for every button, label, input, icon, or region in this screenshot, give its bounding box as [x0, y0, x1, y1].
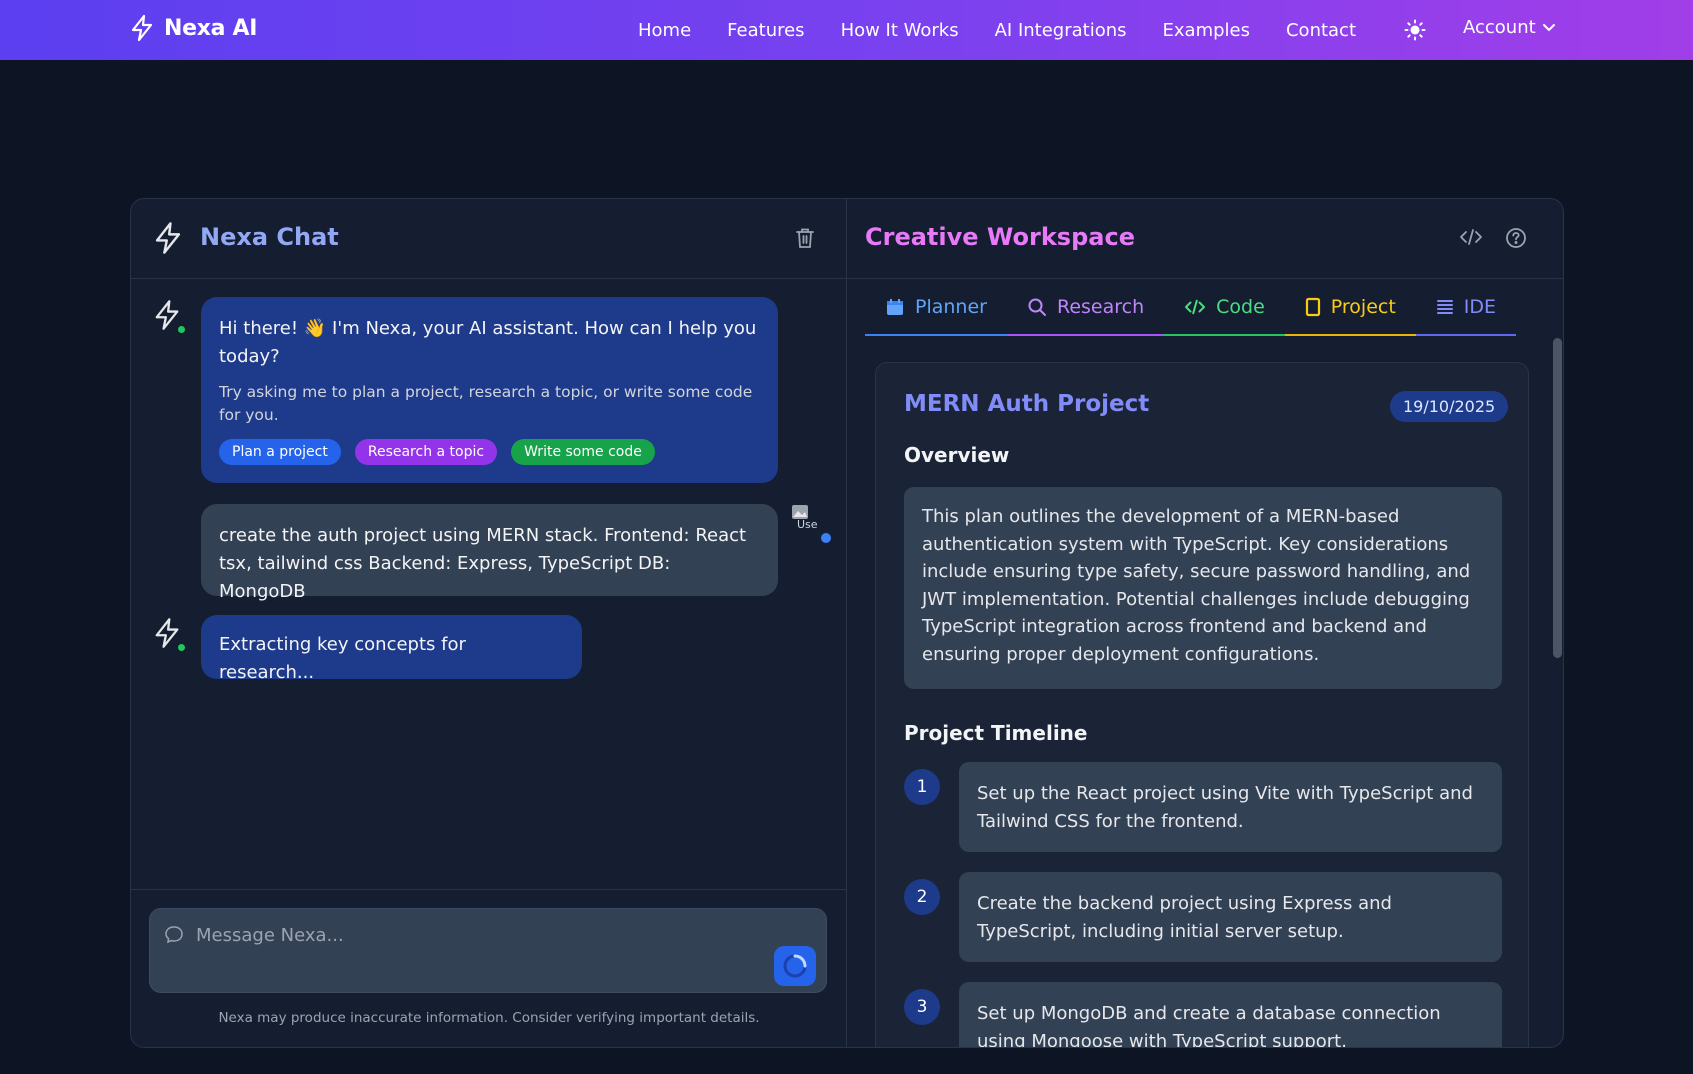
loading-spinner-icon: [782, 953, 808, 979]
ai-greeting-message: Hi there! 👋 I'm Nexa, your AI assistant.…: [201, 297, 778, 483]
step-text: Set up MongoDB and create a database con…: [959, 982, 1502, 1047]
send-button[interactable]: [774, 946, 816, 986]
date-badge: 19/10/2025: [1390, 391, 1509, 422]
chat-bubble-icon: [164, 925, 184, 945]
user-message: create the auth project using MERN stack…: [201, 504, 778, 602]
sun-icon[interactable]: [1404, 19, 1426, 41]
main-card: Nexa Chat Hi there! 👋 I'm Nexa, your AI …: [130, 198, 1564, 1048]
greeting-text: Hi there! 👋 I'm Nexa, your AI assistant.…: [219, 318, 757, 367]
input-placeholder: Message Nexa...: [196, 925, 344, 946]
ai-avatar: [153, 299, 187, 335]
greeting-subtext: Try asking me to plan a project, researc…: [219, 383, 753, 424]
bolt-icon: [153, 221, 183, 255]
workspace-content[interactable]: MERN Auth Project 19/10/2025 Overview Th…: [847, 336, 1563, 1047]
account-menu[interactable]: Account: [1463, 17, 1556, 38]
workspace-tabs: Planner Research Code Project IDE: [865, 279, 1517, 336]
trash-icon[interactable]: [795, 227, 815, 249]
nav-link-examples[interactable]: Examples: [1163, 20, 1250, 41]
tab-label: Research: [1056, 296, 1145, 318]
code-icon: [1184, 298, 1206, 316]
tab-ide[interactable]: IDE: [1415, 279, 1517, 336]
scrollbar[interactable]: [1553, 338, 1562, 658]
bolt-icon: [130, 14, 154, 42]
step-number: 2: [904, 879, 940, 915]
suggestion-plan-project[interactable]: Plan a project: [219, 439, 341, 465]
nav-link-home[interactable]: Home: [638, 20, 691, 41]
nav-link-ai-integrations[interactable]: AI Integrations: [995, 20, 1127, 41]
online-indicator: [176, 642, 187, 653]
code-icon[interactable]: [1459, 227, 1483, 247]
step-number: 3: [904, 989, 940, 1025]
workspace-panel: Creative Workspace Planner Research Code…: [847, 199, 1563, 1047]
suggestion-chips: Plan a project Research a topic Write so…: [219, 439, 760, 465]
online-indicator: [176, 324, 187, 335]
message-input[interactable]: Message Nexa...: [149, 908, 827, 993]
brand-logo[interactable]: Nexa AI: [130, 14, 257, 42]
tab-research[interactable]: Research: [1006, 279, 1165, 336]
chevron-down-icon: [1542, 23, 1556, 33]
nav-link-how-it-works[interactable]: How It Works: [841, 20, 959, 41]
calendar-icon: [885, 297, 905, 317]
workspace-title: Creative Workspace: [865, 223, 1135, 251]
list-icon: [1436, 298, 1454, 316]
nav-links: Home Features How It Works AI Integratio…: [638, 0, 1392, 60]
overview-text: This plan outlines the development of a …: [904, 487, 1502, 689]
account-label: Account: [1463, 17, 1536, 38]
chat-input-area: Message Nexa... Nexa may produce inaccur…: [131, 889, 847, 1047]
ai-status-message: Extracting key concepts for research...: [201, 615, 582, 683]
help-icon[interactable]: [1505, 227, 1527, 249]
tab-label: Project: [1330, 296, 1396, 318]
tab-code[interactable]: Code: [1164, 279, 1285, 336]
chat-title: Nexa Chat: [200, 223, 339, 251]
tab-planner[interactable]: Planner: [865, 279, 1007, 336]
chat-panel: Nexa Chat Hi there! 👋 I'm Nexa, your AI …: [131, 199, 847, 1047]
suggestion-research-topic[interactable]: Research a topic: [354, 439, 498, 465]
nav-link-features[interactable]: Features: [727, 20, 804, 41]
disclaimer: Nexa may produce inaccurate information.…: [218, 1010, 760, 1026]
step-text: Create the backend project using Express…: [959, 872, 1502, 962]
project-title: MERN Auth Project: [904, 391, 1150, 417]
user-online-indicator: [821, 533, 831, 543]
project-card: MERN Auth Project 19/10/2025 Overview Th…: [875, 362, 1529, 1047]
status-text: Extracting key concepts for research...: [219, 634, 466, 683]
nav-link-contact[interactable]: Contact: [1286, 20, 1356, 41]
suggestion-write-code[interactable]: Write some code: [511, 439, 655, 465]
step-text: Set up the React project using Vite with…: [959, 762, 1502, 852]
brand-name: Nexa AI: [164, 15, 258, 41]
top-navbar: Nexa AI Home Features How It Works AI In…: [0, 0, 1693, 60]
chat-header: Nexa Chat: [131, 199, 847, 279]
tab-label: Code: [1216, 296, 1265, 318]
overview-heading: Overview: [904, 443, 1010, 467]
avatar-alt-text: Use: [797, 518, 818, 531]
document-icon: [1305, 297, 1321, 317]
step-number: 1: [904, 769, 940, 805]
ai-avatar: [153, 617, 187, 653]
timeline-heading: Project Timeline: [904, 721, 1088, 745]
tab-project[interactable]: Project: [1284, 279, 1416, 336]
workspace-header: Creative Workspace: [847, 199, 1563, 279]
user-avatar: Use: [791, 504, 835, 544]
tab-label: Planner: [915, 296, 987, 318]
search-icon: [1027, 297, 1047, 317]
tab-label: IDE: [1463, 296, 1497, 318]
